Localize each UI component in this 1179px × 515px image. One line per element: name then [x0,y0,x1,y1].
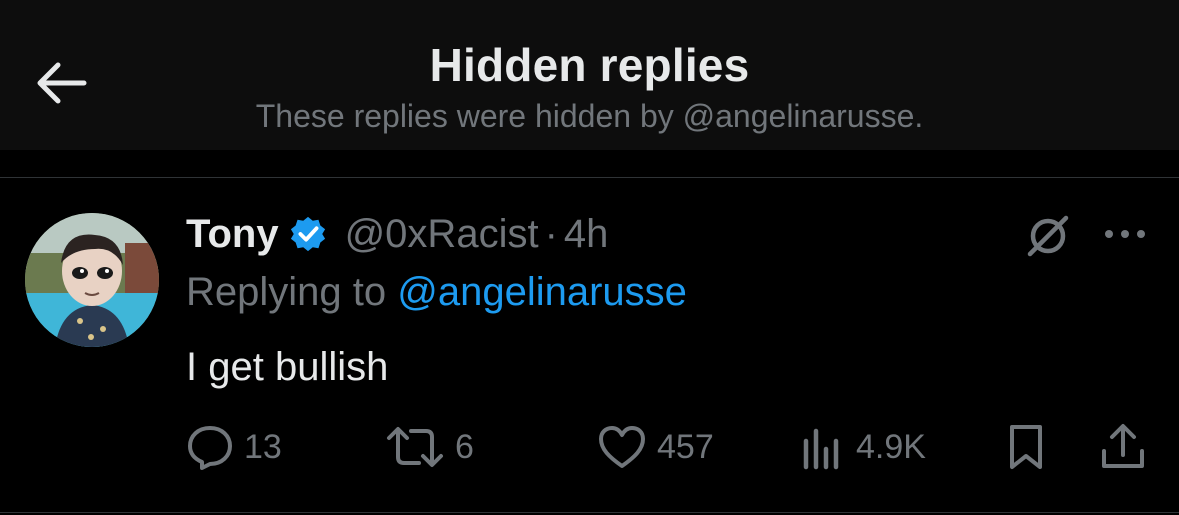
like-button[interactable]: 457 [597,423,714,471]
page-subtitle: These replies were hidden by @angelinaru… [255,98,924,134]
replying-to: Replying to @angelinarusse [186,270,687,315]
avatar-image [25,213,159,347]
replying-to-mention[interactable]: @angelinarusse [397,270,687,314]
share-upload-icon [1102,424,1144,468]
reply-count: 13 [244,427,282,466]
tweet-text: I get bullish [186,345,389,389]
author-name[interactable]: Tony [186,212,279,257]
more-dots-icon [1105,230,1145,238]
share-button[interactable] [1098,423,1148,471]
page-header: Hidden replies These replies were hidden… [0,0,1179,150]
header-divider [0,177,1179,178]
avatar[interactable] [25,213,159,347]
page-title: Hidden replies [429,39,750,91]
bookmark-button[interactable] [1004,423,1048,471]
replying-prefix: Replying to [186,270,398,314]
views-button[interactable]: 4.9K [800,423,926,471]
unhide-reply-button[interactable] [1022,210,1074,262]
bookmark-icon [1010,425,1042,469]
like-count: 457 [657,427,714,466]
separator-dot: · [544,211,558,256]
author-handle[interactable]: @0xRacist [345,212,539,257]
heart-icon [599,426,645,468]
reply-button[interactable]: 13 [186,423,282,471]
tweet-divider [0,512,1179,513]
reply-bubble-icon [188,426,232,470]
views-count: 4.9K [856,427,926,466]
repost-count: 6 [455,427,474,466]
hide-slash-circle-icon [1027,215,1069,257]
repost-button[interactable]: 6 [385,423,474,471]
more-options-button[interactable] [1100,222,1150,246]
repost-icon [387,427,443,467]
verified-badge-icon [290,216,325,252]
tweet-time[interactable]: 4h [564,212,609,257]
views-bar-chart-icon [803,428,839,470]
tweet-header: Tony @0xRacist · 4h [186,208,608,260]
